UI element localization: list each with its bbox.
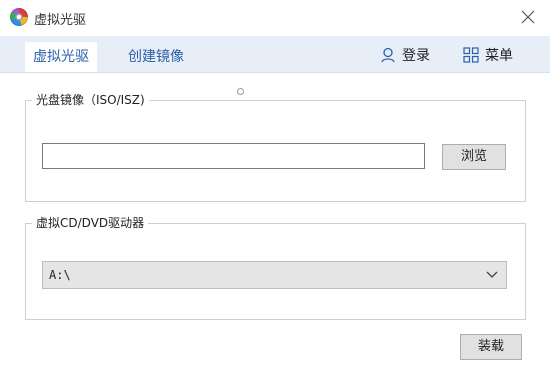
drive-select[interactable]: A:\ [42, 261, 507, 289]
image-file-group-title: 光盘镜像（ISO/ISZ) [32, 91, 149, 108]
menu-label: 菜单 [485, 48, 513, 64]
window-title: 虚拟光驱 [34, 13, 87, 28]
login-button[interactable]: 登录 [380, 44, 430, 66]
user-icon [381, 47, 395, 63]
disc-app-icon [10, 8, 28, 26]
browse-button[interactable]: 浏览 [442, 144, 506, 170]
login-label: 登录 [402, 48, 430, 64]
title-bar: 虚拟光驱 [0, 0, 550, 36]
drive-group: 虚拟CD/DVD驱动器 A:\ [25, 214, 526, 320]
tab-bar: 虚拟光驱 创建镜像 登录 菜单 [0, 36, 550, 73]
mount-button[interactable]: 装载 [460, 334, 522, 360]
close-button[interactable] [514, 4, 542, 30]
cursor-marker [237, 88, 244, 95]
drive-group-title: 虚拟CD/DVD驱动器 [32, 214, 149, 231]
tab-virtual-drive[interactable]: 虚拟光驱 [25, 42, 97, 72]
image-file-group: 光盘镜像（ISO/ISZ) 浏览 [25, 91, 526, 202]
grid-icon [463, 47, 479, 63]
menu-button[interactable]: 菜单 [463, 44, 513, 66]
chevron-down-icon [486, 271, 498, 278]
tab-create-image[interactable]: 创建镜像 [116, 42, 196, 72]
close-icon [521, 10, 535, 24]
image-path-input[interactable] [42, 143, 425, 169]
drive-select-value: A:\ [49, 268, 71, 282]
